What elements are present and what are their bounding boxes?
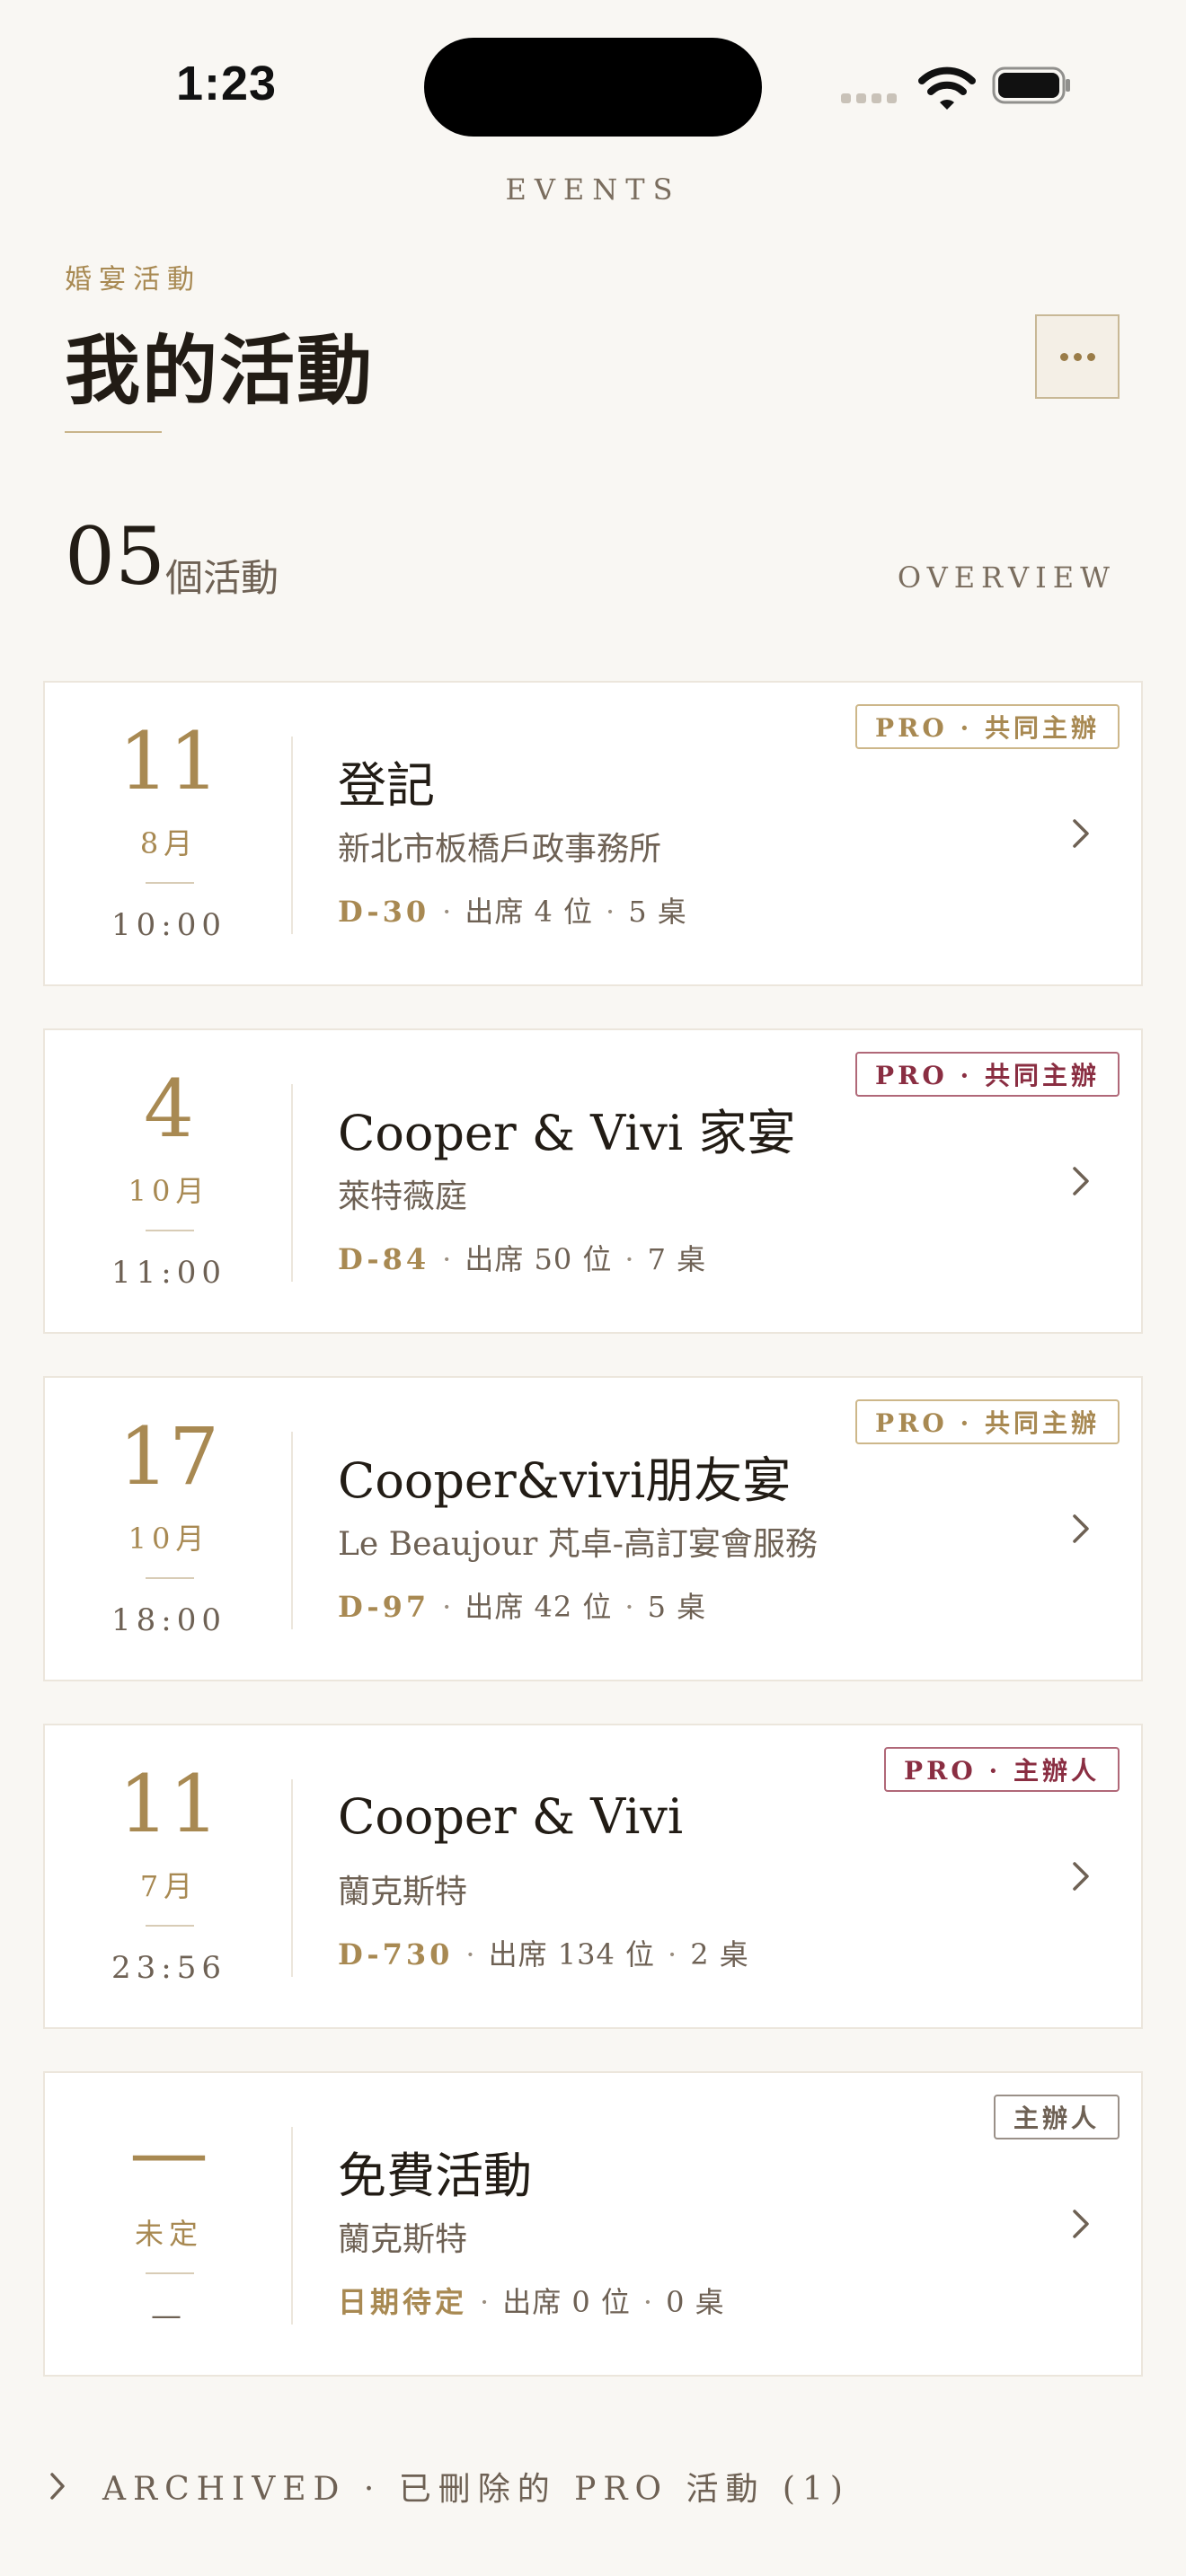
meta-separator: ·: [624, 1590, 635, 1624]
chevron-right-icon: [1073, 1862, 1089, 1891]
more-options-button[interactable]: [1035, 314, 1120, 399]
event-meta: D-84 · 出席 50 位 · 7 桌: [338, 1237, 706, 1278]
event-countdown: D-97: [338, 1590, 430, 1624]
event-month: 10月: [128, 1522, 210, 1556]
event-countdown: D-30: [338, 895, 430, 929]
event-day: 11: [119, 1758, 219, 1850]
event-month: 未定: [134, 2217, 203, 2251]
event-name: Cooper & Vivi: [338, 1788, 684, 1845]
battery-icon: [992, 66, 1070, 104]
archived-label: ARCHIVED · 已刪除的 PRO 活動 (1): [102, 2471, 850, 2508]
event-card[interactable]: 4 10月 11:00 Cooper & Vivi 家宴 萊特薇庭 D-84 · 出…: [43, 1028, 1143, 1334]
more-dot: [1073, 352, 1082, 361]
event-day: 11: [119, 715, 219, 807]
event-meta: D-97 · 出席 42 位 · 5 桌: [338, 1584, 706, 1626]
wifi-icon: [918, 66, 976, 110]
event-venue: 蘭克斯特: [338, 1874, 468, 1910]
status-time: 1:23: [176, 57, 278, 110]
date-divider: [146, 1577, 194, 1579]
role-badge: 主辦人: [993, 2095, 1120, 2139]
role-badge: PRO · 共同主辦: [855, 1052, 1120, 1097]
meta-separator: ·: [606, 895, 616, 929]
event-month: 7月: [139, 1869, 199, 1903]
meta-separator: ·: [624, 1242, 635, 1276]
event-countdown: 日期待定: [338, 2285, 468, 2319]
event-time: 11:00: [111, 1255, 226, 1291]
date-divider: [146, 882, 194, 884]
event-card[interactable]: — 未定 — 免費活動 蘭克斯特 日期待定 · 出席 0 位 · 0 桌 主辦人: [43, 2071, 1143, 2377]
meta-separator: ·: [442, 1242, 453, 1276]
event-attendees: 出席 42 位: [465, 1590, 613, 1624]
meta-separator: ·: [668, 1937, 678, 1972]
event-venue: 蘭克斯特: [338, 2221, 468, 2258]
dynamic-island: [424, 38, 762, 137]
more-dots-icon: [1059, 352, 1068, 361]
signal-icon: [841, 93, 897, 103]
event-countdown: D-84: [338, 1242, 430, 1276]
event-tables: 7 桌: [647, 1242, 707, 1276]
event-meta: D-30 · 出席 4 位 · 5 桌: [338, 889, 687, 931]
event-name: Cooper & Vivi 家宴: [338, 1105, 796, 1161]
role-badge: PRO · 共同主辦: [855, 704, 1120, 749]
event-month: 10月: [128, 1174, 210, 1208]
event-attendees: 出席 134 位: [488, 1937, 656, 1972]
role-badge: PRO · 主辦人: [884, 1747, 1120, 1792]
event-tables: 5 桌: [647, 1590, 707, 1624]
chevron-right-icon: [1073, 2210, 1089, 2238]
event-tables: 0 桌: [666, 2285, 725, 2319]
date-divider: [146, 1925, 194, 1927]
event-day: 17: [119, 1410, 219, 1503]
section-eyebrow: 婚宴活動: [65, 264, 201, 296]
title-divider: [65, 431, 162, 433]
event-month: 8月: [139, 826, 199, 860]
event-day: 4: [144, 1063, 194, 1155]
event-meta: 日期待定 · 出席 0 位 · 0 桌: [338, 2280, 725, 2321]
card-divider: [291, 1084, 293, 1282]
event-count-unit: 個活動: [165, 556, 279, 600]
event-countdown: D-730: [338, 1937, 454, 1972]
event-name: 免費活動: [338, 2148, 532, 2204]
chevron-right-icon: [1073, 819, 1089, 848]
more-dot: [1086, 352, 1095, 361]
event-card[interactable]: 11 8月 10:00 登記 新北市板橋戶政事務所 D-30 · 出席 4 位 · 5 …: [43, 681, 1143, 986]
chevron-right-icon: [50, 2473, 65, 2500]
event-venue: 新北市板橋戶政事務所: [338, 831, 662, 868]
meta-separator: ·: [442, 1590, 453, 1624]
event-card[interactable]: 17 10月 18:00 Cooper&vivi朋友宴 Le Beaujour …: [43, 1376, 1143, 1681]
meta-separator: ·: [465, 1937, 476, 1972]
date-divider: [146, 2272, 194, 2274]
meta-separator: ·: [480, 2285, 491, 2319]
event-meta: D-730 · 出席 134 位 · 2 桌: [338, 1932, 749, 1973]
meta-separator: ·: [442, 895, 453, 929]
overview-label: OVERVIEW: [897, 560, 1116, 595]
event-name: 登記: [338, 757, 435, 814]
page-title: 我的活動: [65, 326, 375, 415]
event-attendees: 出席 50 位: [465, 1242, 613, 1276]
card-divider: [291, 2127, 293, 2325]
event-attendees: 出席 4 位: [465, 895, 594, 929]
event-time: 10:00: [111, 907, 226, 943]
event-attendees: 出席 0 位: [502, 2285, 631, 2319]
event-venue: Le Beaujour 芃卓-高訂宴會服務: [338, 1526, 818, 1563]
event-time: 23:56: [111, 1950, 226, 1986]
event-day: —: [129, 2105, 208, 2198]
chevron-right-icon: [1073, 1514, 1089, 1543]
chevron-right-icon: [1073, 1167, 1089, 1195]
card-divider: [291, 737, 293, 934]
event-name: Cooper&vivi朋友宴: [338, 1452, 792, 1509]
role-badge: PRO · 共同主辦: [855, 1399, 1120, 1444]
card-divider: [291, 1779, 293, 1977]
event-venue: 萊特薇庭: [338, 1178, 468, 1215]
card-divider: [291, 1432, 293, 1629]
event-time: 18:00: [111, 1602, 226, 1638]
event-tables: 5 桌: [628, 895, 687, 929]
archived-toggle[interactable]: ARCHIVED · 已刪除的 PRO 活動 (1): [49, 2463, 850, 2510]
meta-separator: ·: [642, 2285, 654, 2319]
date-divider: [146, 1230, 194, 1231]
event-tables: 2 桌: [690, 1937, 749, 1972]
nav-title: EVENTS: [505, 172, 681, 207]
event-card[interactable]: 11 7月 23:56 Cooper & Vivi 蘭克斯特 D-730 · 出席 …: [43, 1724, 1143, 2029]
event-count: 05: [65, 510, 165, 603]
event-time: —: [151, 2298, 187, 2333]
